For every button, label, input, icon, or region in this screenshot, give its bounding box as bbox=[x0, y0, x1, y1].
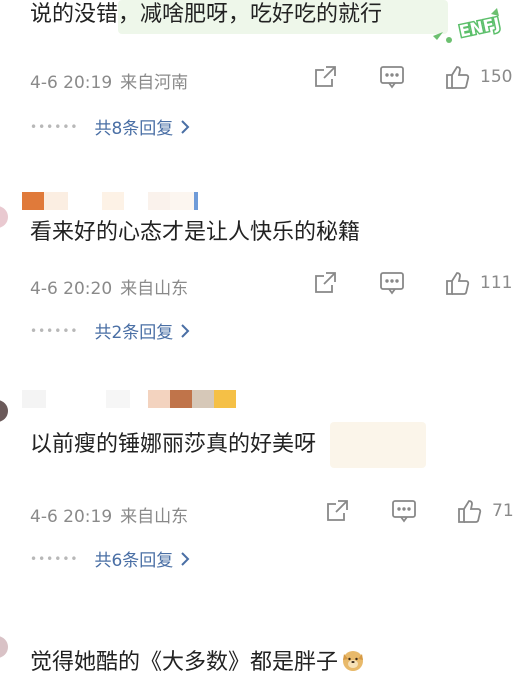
comment-icon bbox=[380, 272, 404, 295]
chevron-right-icon bbox=[181, 119, 190, 134]
replies-dots: •••••• bbox=[30, 323, 79, 338]
comment-3: 以前瘦的锤娜丽莎真的好美呀 4-6 20:19 来自山东 71 •••••• 共6… bbox=[0, 372, 527, 592]
comment-time: 4-6 20:19 bbox=[30, 507, 113, 527]
share-button[interactable] bbox=[312, 270, 338, 296]
thumbs-up-icon bbox=[446, 272, 470, 295]
replies-label: 共6条回复 bbox=[94, 551, 174, 571]
comment-text: 说的没错，减啥肥呀，吃好吃的就行 bbox=[30, 2, 383, 27]
username-blurred[interactable] bbox=[22, 192, 198, 212]
avatar[interactable] bbox=[0, 636, 8, 658]
comment-2: 看来好的心态才是让人快乐的秘籍 4-6 20:20 来自山东 111 ••••••… bbox=[0, 166, 527, 366]
share-button[interactable] bbox=[312, 64, 338, 90]
replies-link[interactable]: •••••• 共8条回复 bbox=[30, 114, 191, 139]
text-highlight bbox=[330, 422, 426, 468]
comment-button[interactable] bbox=[378, 64, 406, 90]
chevron-right-icon bbox=[181, 323, 190, 338]
username-blurred[interactable] bbox=[22, 390, 236, 410]
replies-link[interactable]: •••••• 共2条回复 bbox=[30, 318, 191, 343]
thumbs-up-icon bbox=[458, 500, 482, 523]
comment-location: 来自山东 bbox=[120, 507, 189, 527]
replies-dots: •••••• bbox=[30, 551, 79, 566]
chevron-right-icon bbox=[181, 551, 190, 566]
replies-link[interactable]: •••••• 共6条回复 bbox=[30, 546, 191, 571]
replies-label: 共2条回复 bbox=[94, 323, 174, 343]
comment-time: 4-6 20:19 bbox=[30, 73, 113, 93]
enfj-sticker-logo: ENFJ ENFJ bbox=[433, 8, 503, 43]
share-icon bbox=[315, 66, 336, 87]
comment-1: 说的没错，减啥肥呀，吃好吃的就行 ENFJ ENFJ 4-6 20:19 来自河南… bbox=[0, 0, 527, 160]
comment-meta: 4-6 20:19 来自河南 bbox=[30, 68, 188, 93]
comment-4: 觉得她酷的《大多数》都是胖子 bbox=[0, 600, 527, 684]
comment-location: 来自河南 bbox=[120, 73, 189, 93]
comment-button[interactable] bbox=[378, 270, 406, 296]
comment-icon bbox=[392, 500, 416, 523]
svg-text:ENFJ: ENFJ bbox=[457, 14, 501, 41]
comment-meta: 4-6 20:20 来自山东 bbox=[30, 274, 188, 299]
like-button[interactable]: 71 bbox=[456, 497, 514, 525]
share-icon bbox=[327, 500, 348, 521]
like-button[interactable]: 111 bbox=[444, 269, 512, 297]
comment-text: 看来好的心态才是让人快乐的秘籍 bbox=[30, 220, 361, 245]
avatar[interactable] bbox=[0, 206, 8, 228]
like-count: 111 bbox=[480, 273, 513, 293]
comment-text: 觉得她酷的《大多数》都是胖子 bbox=[30, 648, 366, 678]
comment-time: 4-6 20:20 bbox=[30, 279, 113, 299]
avatar[interactable] bbox=[0, 400, 8, 422]
thumbs-up-icon bbox=[446, 66, 470, 89]
doge-emoji bbox=[343, 651, 364, 671]
comment-text: 以前瘦的锤娜丽莎真的好美呀 bbox=[30, 432, 317, 457]
like-count: 150 bbox=[480, 67, 513, 87]
comment-meta: 4-6 20:19 来自山东 bbox=[30, 502, 188, 527]
share-button[interactable] bbox=[324, 498, 350, 524]
replies-dots: •••••• bbox=[30, 119, 79, 134]
comment-button[interactable] bbox=[390, 498, 418, 524]
like-count: 71 bbox=[492, 501, 514, 521]
like-button[interactable]: 150 bbox=[444, 63, 512, 91]
share-icon bbox=[315, 272, 336, 293]
comment-icon bbox=[380, 66, 404, 89]
comment-text-content: 觉得她酷的《大多数》都是胖子 bbox=[30, 650, 339, 675]
replies-label: 共8条回复 bbox=[94, 119, 174, 139]
comment-location: 来自山东 bbox=[120, 279, 189, 299]
